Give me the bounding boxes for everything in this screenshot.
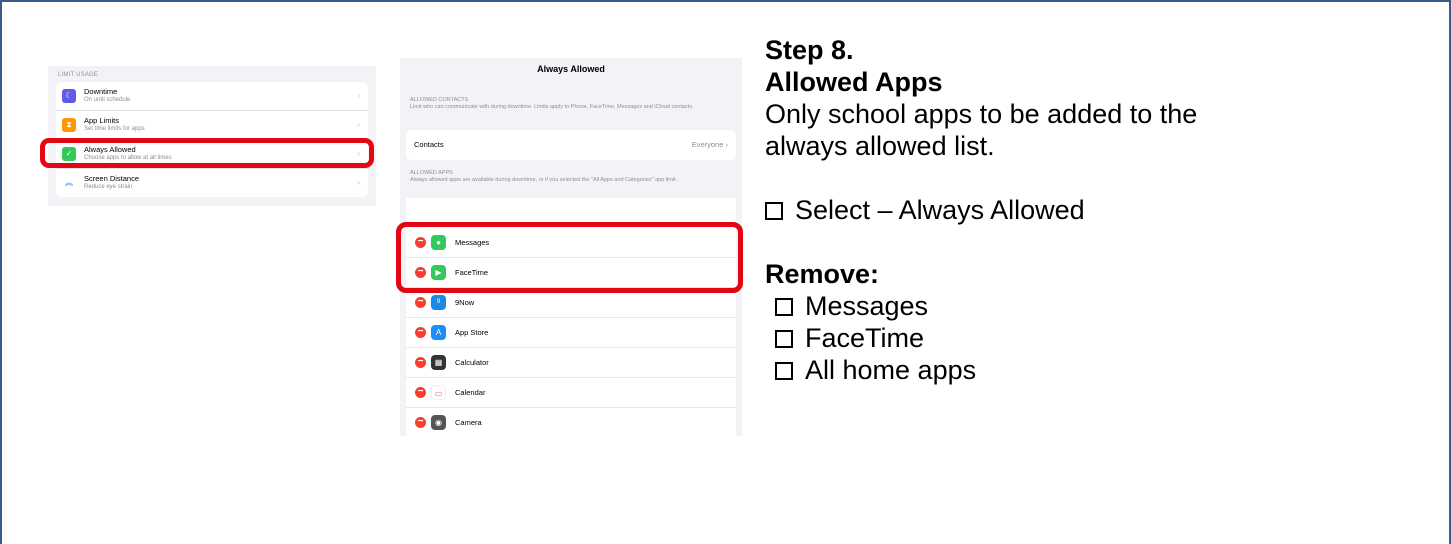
contacts-section-header: ALLOWED CONTACTS <box>410 97 469 103</box>
list-item-subtitle: On until schedule <box>84 97 131 103</box>
checklist-item: FaceTime <box>765 322 1435 354</box>
step-description-line2: always allowed list. <box>765 131 995 161</box>
app-name: Calculator <box>455 358 489 367</box>
checkbox-icon <box>775 330 793 348</box>
app-row-calendar: − ▭ Calendar <box>406 378 736 408</box>
contacts-label: Contacts <box>414 140 444 149</box>
step-description-line1: Only school apps to be added to the <box>765 99 1198 129</box>
calendar-icon: ▭ <box>431 385 446 400</box>
app-row-camera: − ◉ Camera <box>406 408 736 436</box>
contacts-section-desc: Limit who can communicate with during do… <box>410 104 694 110</box>
chevrons-up-icon: ︽ <box>62 176 76 190</box>
list-item-title: App Limits <box>84 116 120 125</box>
app-name: 9Now <box>455 298 475 307</box>
apps-section-desc: Always allowed apps are available during… <box>410 177 678 183</box>
list-item-title: Screen Distance <box>84 174 140 183</box>
moon-icon: ☾ <box>62 89 76 103</box>
contacts-value: Everyone › <box>691 140 728 149</box>
list-item-app-limits[interactable]: ⧗ App Limits Set time limits for apps › <box>56 111 368 140</box>
app-row-calculator: − ▦ Calculator <box>406 348 736 378</box>
app-name: App Store <box>455 328 489 337</box>
limit-usage-header: LIMIT USAGE <box>58 72 99 78</box>
list-item-subtitle: Set time limits for apps <box>84 126 145 132</box>
remove-button[interactable]: − <box>415 297 426 308</box>
app-row-app-store: − A App Store <box>406 318 736 348</box>
app-store-icon: A <box>431 325 446 340</box>
checkbox-icon <box>775 362 793 380</box>
instructions: Step 8. Allowed Apps Only school apps to… <box>765 34 1435 386</box>
9now-icon: 9 <box>431 295 446 310</box>
chevron-right-icon: › <box>357 178 360 187</box>
chevron-right-icon: › <box>357 120 360 129</box>
apps-section-header: ALLOWED APPS <box>410 170 453 176</box>
page-title: Always Allowed <box>537 64 605 74</box>
list-item-subtitle: Reduce eye strain <box>84 184 133 190</box>
hourglass-icon: ⧗ <box>62 118 76 132</box>
step-heading: Allowed Apps <box>765 67 943 97</box>
list-item-screen-distance[interactable]: ︽ Screen Distance Reduce eye strain › <box>56 169 368 197</box>
list-item-downtime[interactable]: ☾ Downtime On until schedule › <box>56 82 368 111</box>
app-name: Camera <box>455 418 482 427</box>
remove-button[interactable]: − <box>415 417 426 428</box>
remove-button[interactable]: − <box>415 357 426 368</box>
list-item-title: Downtime <box>84 87 118 96</box>
checklist-item: All home apps <box>765 354 1435 386</box>
step-number: Step 8. <box>765 35 854 65</box>
app-name: Calendar <box>455 388 486 397</box>
checklist-item: Messages <box>765 290 1435 322</box>
checkbox-icon <box>765 202 783 220</box>
select-checklist-item: Select – Always Allowed <box>765 194 1435 226</box>
remove-button[interactable]: − <box>415 327 426 338</box>
camera-icon: ◉ <box>431 415 446 430</box>
chevron-right-icon: › <box>357 91 360 100</box>
checkbox-icon <box>775 298 793 316</box>
limit-usage-panel: LIMIT USAGE ☾ Downtime On until schedule… <box>48 66 376 206</box>
contacts-row[interactable]: Contacts Everyone › <box>406 130 736 160</box>
highlight-always-allowed <box>40 138 374 168</box>
remove-heading: Remove: <box>765 259 880 289</box>
highlight-messages-facetime <box>396 222 743 293</box>
remove-button[interactable]: − <box>415 387 426 398</box>
calculator-icon: ▦ <box>431 355 446 370</box>
